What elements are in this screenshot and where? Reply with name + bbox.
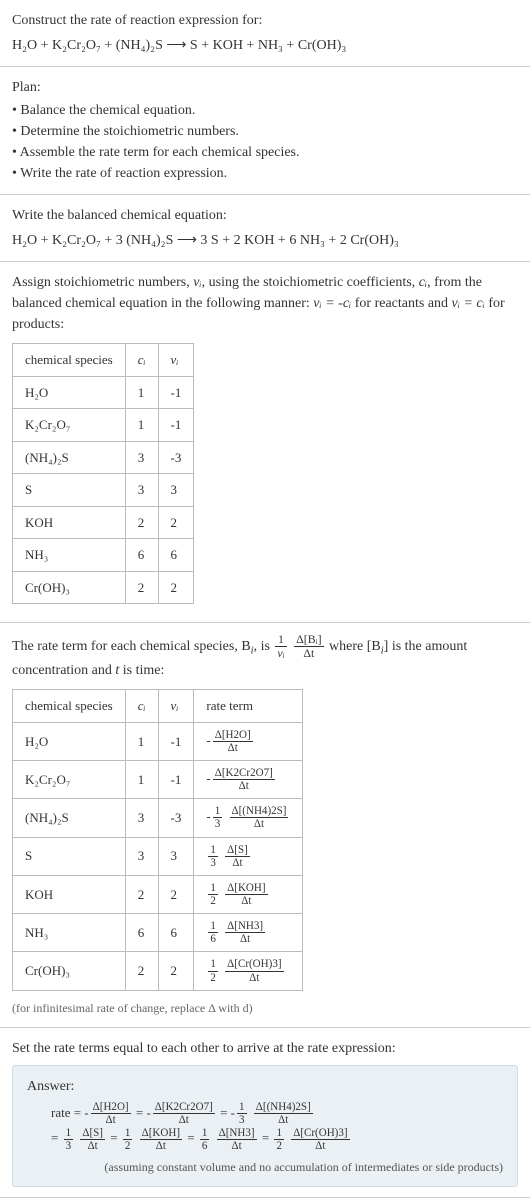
fraction: 13 [208, 844, 218, 869]
fraction: 12 [208, 958, 218, 983]
col-nui: νᵢ [158, 344, 194, 377]
table-header-row: chemical species cᵢ νᵢ [13, 344, 194, 377]
answer-expression: rate = -Δ[H2O]Δt = -Δ[K2Cr2O7]Δt = -13 Δ… [27, 1101, 503, 1152]
fraction: Δ[H2O]Δt [91, 1101, 131, 1126]
table-header-row: chemical species cᵢ νᵢ rate term [13, 690, 303, 723]
fraction: Δ[Cr(OH)3]Δt [225, 958, 283, 983]
table-row: H₂O1-1 [13, 376, 194, 409]
col-species: chemical species [13, 344, 126, 377]
plan-section: Plan: • Balance the chemical equation. •… [0, 67, 530, 195]
fraction: 13 [64, 1127, 74, 1152]
prompt-section: Construct the rate of reaction expressio… [0, 0, 530, 67]
fraction: Δ[KOH]Δt [140, 1127, 182, 1152]
table-row: NH₃66 [13, 539, 194, 572]
fraction: Δ[KOH]Δt [225, 882, 267, 907]
answer-box: Answer: rate = -Δ[H2O]Δt = -Δ[K2Cr2O7]Δt… [12, 1065, 518, 1187]
rateterm-section: The rate term for each chemical species,… [0, 623, 530, 1028]
table-row: K₂Cr₂O₇1-1 [13, 409, 194, 442]
table-row: (NH₄)₂S3-3 [13, 441, 194, 474]
col-rate: rate term [194, 690, 303, 723]
fraction: Δ[NH3]Δt [225, 920, 265, 945]
table-row: H₂O1-1-Δ[H2O]Δt [13, 722, 303, 760]
fraction: 12 [274, 1127, 284, 1152]
rateterm-intro: The rate term for each chemical species,… [12, 633, 518, 681]
fraction: 16 [200, 1127, 210, 1152]
plan-item: • Balance the chemical equation. [12, 100, 518, 121]
table-row: K₂Cr₂O₇1-1-Δ[K2Cr2O7]Δt [13, 760, 303, 798]
table-row: S3313 Δ[S]Δt [13, 837, 303, 875]
rateterm-table: chemical species cᵢ νᵢ rate term H₂O1-1-… [12, 689, 303, 990]
table-row: Cr(OH)₃2212 Δ[Cr(OH)3]Δt [13, 952, 303, 990]
prompt-equation: H₂O + K₂Cr₂O₇ + (NH₄)₂S ⟶ S + KOH + NH₃ … [12, 35, 518, 56]
fraction: Δ[K2Cr2O7]Δt [153, 1101, 215, 1126]
plan-item: • Write the rate of reaction expression. [12, 163, 518, 184]
fraction: 1νᵢ [275, 633, 286, 660]
fraction: Δ[S]Δt [80, 1127, 105, 1152]
plan-title: Plan: [12, 77, 518, 98]
fraction: Δ[H2O]Δt [213, 729, 253, 754]
fraction: Δ[Cr(OH)3]Δt [291, 1127, 349, 1152]
table-row: (NH₄)₂S3-3-13 Δ[(NH4)2S]Δt [13, 799, 303, 837]
stoich-intro: Assign stoichiometric numbers, νᵢ, using… [12, 272, 518, 335]
final-intro: Set the rate terms equal to each other t… [12, 1038, 518, 1059]
fraction: Δ[(NH4)2S]Δt [230, 805, 289, 830]
fraction: Δ[S]Δt [225, 844, 250, 869]
plan-item: • Determine the stoichiometric numbers. [12, 121, 518, 142]
balanced-section: Write the balanced chemical equation: H₂… [0, 195, 530, 262]
col-nui: νᵢ [158, 690, 194, 723]
col-ci: cᵢ [125, 344, 158, 377]
balanced-equation: H₂O + K₂Cr₂O₇ + 3 (NH₄)₂S ⟶ 3 S + 2 KOH … [12, 230, 518, 251]
stoich-section: Assign stoichiometric numbers, νᵢ, using… [0, 262, 530, 623]
answer-label: Answer: [27, 1076, 503, 1097]
fraction: 12 [208, 882, 218, 907]
table-row: KOH2212 Δ[KOH]Δt [13, 875, 303, 913]
stoich-table: chemical species cᵢ νᵢ H₂O1-1 K₂Cr₂O₇1-1… [12, 343, 194, 604]
fraction: 13 [237, 1101, 247, 1126]
fraction: 12 [123, 1127, 133, 1152]
col-species: chemical species [13, 690, 126, 723]
prompt-title: Construct the rate of reaction expressio… [12, 10, 518, 31]
fraction: Δ[Bᵢ]Δt [294, 633, 323, 660]
fraction: 16 [208, 920, 218, 945]
table-row: NH₃6616 Δ[NH3]Δt [13, 914, 303, 952]
balanced-title: Write the balanced chemical equation: [12, 205, 518, 226]
fraction: 13 [213, 805, 223, 830]
plan-item: • Assemble the rate term for each chemic… [12, 142, 518, 163]
table-row: S33 [13, 474, 194, 507]
fraction: Δ[NH3]Δt [217, 1127, 257, 1152]
rateterm-note: (for infinitesimal rate of change, repla… [12, 999, 518, 1017]
final-section: Set the rate terms equal to each other t… [0, 1028, 530, 1198]
fraction: Δ[(NH4)2S]Δt [254, 1101, 313, 1126]
table-row: KOH22 [13, 506, 194, 539]
answer-note: (assuming constant volume and no accumul… [27, 1158, 503, 1176]
table-row: Cr(OH)₃22 [13, 571, 194, 604]
fraction: Δ[K2Cr2O7]Δt [213, 767, 275, 792]
col-ci: cᵢ [125, 690, 158, 723]
